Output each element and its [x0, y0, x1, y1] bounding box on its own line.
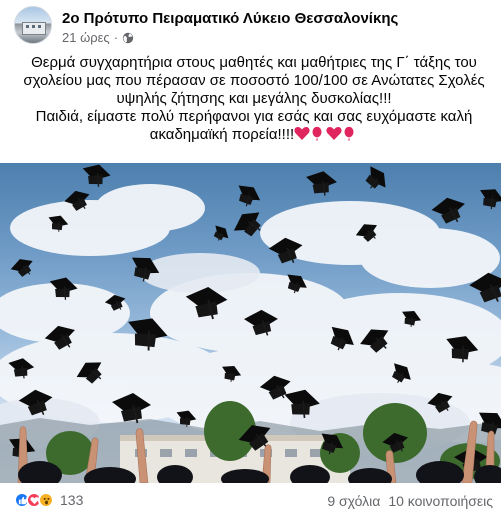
reactions-summary[interactable]: 133 [14, 492, 83, 508]
page-name-link[interactable]: 2ο Πρότυπο Πειραματικό Λύκειο Θεσσαλονίκ… [62, 10, 398, 27]
graduation-caps-photo[interactable] [0, 163, 501, 483]
post-header: 2ο Πρότυπο Πειραματικό Λύκειο Θεσσαλονίκ… [0, 0, 501, 52]
post-timestamp[interactable]: 21 ώρες [62, 30, 110, 45]
wow-icon [38, 492, 54, 508]
post-text-line-2: Παιδιά, είμαστε πολύ περήφανοι για εσάς … [35, 108, 473, 143]
reaction-count[interactable]: 133 [60, 492, 83, 508]
meta-separator: · [113, 30, 119, 45]
photo-illustration [0, 163, 501, 483]
comments-count-link[interactable]: 9 σχόλια [327, 493, 380, 509]
post-text-paragraph-2: Παιδιά, είμαστε πολύ περήφανοι για εσάς … [14, 108, 494, 144]
avatar-building [22, 22, 46, 35]
globe-icon [122, 32, 134, 43]
hearts-emoji-icon [294, 126, 354, 141]
shares-count-link[interactable]: 10 κοινοποιήσεις [388, 493, 493, 509]
post-text-paragraph-1: Θερμά συγχαρητήρια στους μαθητές και μαθ… [23, 54, 485, 107]
post-stats: 9 σχόλια 10 κοινοποιήσεις [327, 493, 493, 509]
post-meta: 21 ώρες · [62, 30, 134, 45]
post-footer: 133 9 σχόλια 10 κοινοποιήσεις [0, 484, 501, 518]
post-text: Θερμά συγχαρητήρια στους μαθητές και μαθ… [14, 54, 494, 144]
page-avatar[interactable] [14, 6, 52, 44]
